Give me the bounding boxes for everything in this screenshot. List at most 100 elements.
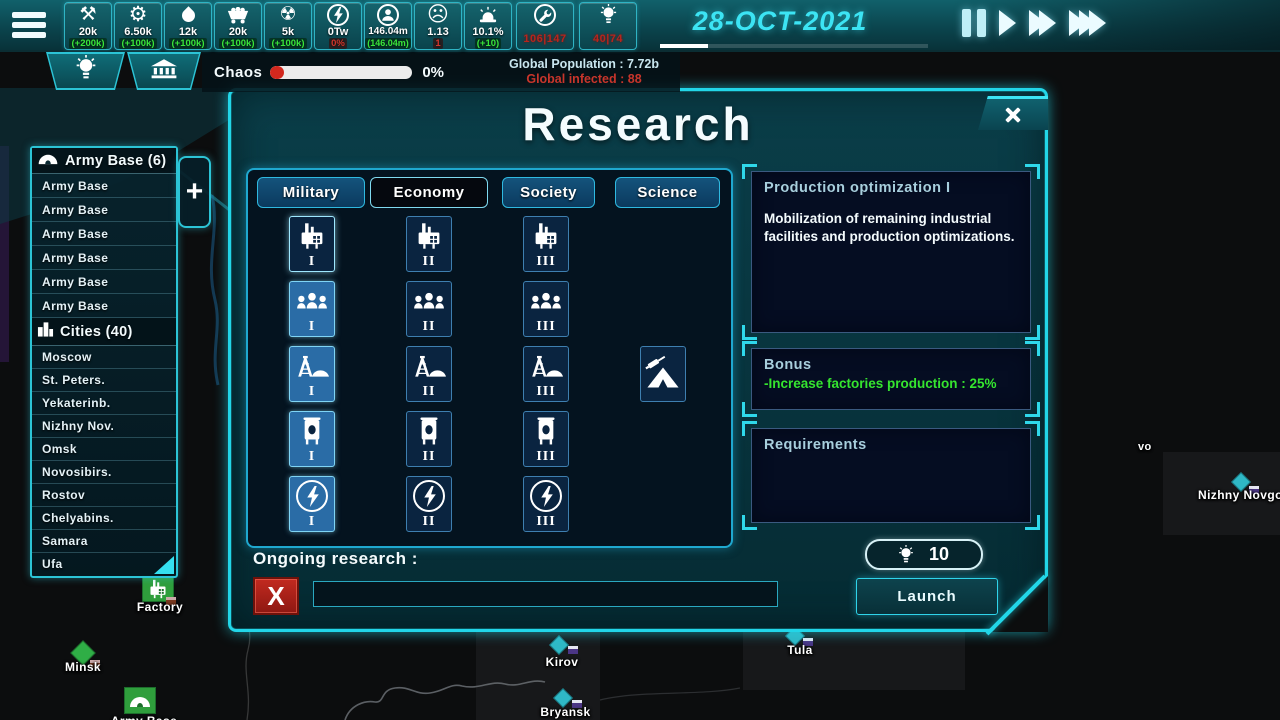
map-label-fragment: vo bbox=[1138, 441, 1152, 453]
cancel-research-button[interactable]: X bbox=[253, 577, 299, 615]
research-item-barrel-1[interactable]: I bbox=[289, 411, 335, 467]
research-menu-tab[interactable] bbox=[46, 52, 125, 90]
pause-button[interactable] bbox=[962, 9, 986, 37]
resource-delta: (+100k) bbox=[169, 38, 206, 49]
research-dialog: Research Military Economy Society Scienc… bbox=[228, 88, 1048, 632]
list-item-army-base[interactable]: Army Base bbox=[32, 174, 176, 198]
research-item-field-hospital[interactable] bbox=[640, 346, 686, 402]
research-item-workers-2[interactable]: II bbox=[406, 281, 452, 337]
research-item-workers-3[interactable]: III bbox=[523, 281, 569, 337]
resource-water[interactable]: 12k (+100k) bbox=[164, 2, 212, 50]
chaos-progress-bar bbox=[270, 66, 412, 79]
modal-corner-cut bbox=[992, 576, 1048, 632]
resource-delta: (+10) bbox=[475, 38, 501, 49]
bonus-box: Bonus -Increase factories production : 2… bbox=[751, 348, 1031, 410]
tier-label: III bbox=[536, 515, 555, 529]
counter-value: 40|74 bbox=[593, 33, 623, 45]
cities-buildings-icon bbox=[37, 321, 54, 342]
list-item-city[interactable]: Ufa bbox=[32, 553, 176, 576]
bank-icon bbox=[150, 58, 178, 85]
map-label-bryansk[interactable]: Bryansk bbox=[528, 705, 603, 719]
map-label-kirov[interactable]: Kirov bbox=[532, 655, 592, 669]
resource-population[interactable]: 146.04m (146.04m) bbox=[364, 2, 412, 50]
map-label-factory[interactable]: Factory bbox=[120, 600, 200, 614]
research-item-power-2[interactable]: II bbox=[406, 476, 452, 532]
resource-unhappiness[interactable]: ☹ 1.13 1 bbox=[414, 2, 462, 50]
menu-button[interactable] bbox=[12, 8, 48, 42]
resource-value: 10.1% bbox=[472, 26, 503, 38]
resource-alert[interactable]: 10.1% (+10) bbox=[464, 2, 512, 50]
research-cost-value: 10 bbox=[929, 544, 949, 565]
tier-label: I bbox=[309, 450, 315, 464]
cities-header[interactable]: Cities (40) bbox=[32, 318, 176, 346]
population-panel: Global Population : 7.72b Global infecte… bbox=[488, 52, 680, 92]
map-label-tula[interactable]: Tula bbox=[770, 643, 830, 657]
counter-research[interactable]: 40|74 bbox=[579, 2, 637, 50]
play-button[interactable] bbox=[999, 10, 1016, 36]
research-item-power-3[interactable]: III bbox=[523, 476, 569, 532]
tier-label: III bbox=[536, 320, 555, 334]
list-item-city[interactable]: Omsk bbox=[32, 438, 176, 461]
workers-icon bbox=[529, 282, 563, 320]
power-icon bbox=[296, 477, 328, 515]
person-icon bbox=[377, 4, 399, 26]
list-item-army-base[interactable]: Army Base bbox=[32, 222, 176, 246]
resource-value: 20k bbox=[79, 26, 97, 38]
research-item-factory-2[interactable]: II bbox=[406, 216, 452, 272]
map-label-minsk[interactable]: Minsk bbox=[48, 660, 118, 674]
chaos-value: 0% bbox=[422, 64, 444, 81]
resource-uranium[interactable]: ☢ 5k (+100k) bbox=[264, 2, 312, 50]
research-item-power-1[interactable]: I bbox=[289, 476, 335, 532]
mine-icon bbox=[294, 347, 330, 385]
research-item-mine-2[interactable]: II bbox=[406, 346, 452, 402]
fast-forward-button[interactable] bbox=[1029, 10, 1056, 36]
army-base-map-marker[interactable] bbox=[124, 687, 156, 714]
list-item-city[interactable]: Novosibirs. bbox=[32, 461, 176, 484]
tier-label: I bbox=[309, 255, 315, 269]
research-item-workers-1[interactable]: I bbox=[289, 281, 335, 337]
resource-power[interactable]: 0Tw 0% bbox=[314, 2, 362, 50]
close-button[interactable] bbox=[978, 96, 1048, 130]
research-item-factory-3[interactable]: III bbox=[523, 216, 569, 272]
list-item-city[interactable]: Chelyabins. bbox=[32, 507, 176, 530]
government-menu-tab[interactable] bbox=[127, 52, 201, 90]
add-button[interactable]: + bbox=[178, 156, 211, 228]
resource-delta: (146.04m) bbox=[365, 38, 411, 49]
resource-coal[interactable]: 20k (+100k) bbox=[214, 2, 262, 50]
list-item-army-base[interactable]: Army Base bbox=[32, 198, 176, 222]
map-label-nizhny[interactable]: Nizhny Novgorod bbox=[1198, 488, 1280, 502]
list-item-city[interactable]: Moscow bbox=[32, 346, 176, 369]
launch-button[interactable]: Launch bbox=[856, 578, 998, 615]
army-base-header[interactable]: Army Base (6) bbox=[32, 148, 176, 174]
list-item-city[interactable]: Samara bbox=[32, 530, 176, 553]
global-infected-text: Global infected : 88 bbox=[526, 72, 641, 87]
bulb-icon bbox=[600, 4, 617, 26]
list-item-city[interactable]: St. Peters. bbox=[32, 369, 176, 392]
research-item-barrel-3[interactable]: III bbox=[523, 411, 569, 467]
ongoing-research-label: Ongoing research : bbox=[253, 549, 418, 569]
list-item-city[interactable]: Nizhny Nov. bbox=[32, 415, 176, 438]
resource-production[interactable]: ⚙ 6.50k (+100k) bbox=[114, 2, 162, 50]
list-item-city[interactable]: Rostov bbox=[32, 484, 176, 507]
map-label-army-base[interactable]: Army Base bbox=[104, 714, 184, 720]
requirements-title: Requirements bbox=[764, 437, 1018, 453]
game-screen: Factory Minsk Army Base Kirov Tula Bryan… bbox=[0, 0, 1280, 720]
list-item-army-base[interactable]: Army Base bbox=[32, 294, 176, 318]
research-item-mine-3[interactable]: III bbox=[523, 346, 569, 402]
research-cost-badge: 10 bbox=[865, 539, 983, 570]
bases-cities-panel: Army Base (6) Army Base Army Base Army B… bbox=[30, 146, 178, 578]
research-item-mine-1[interactable]: I bbox=[289, 346, 335, 402]
resource-tools[interactable]: ⚒ 20k (+200k) bbox=[64, 2, 112, 50]
tier-label: III bbox=[536, 255, 555, 269]
research-item-barrel-2[interactable]: II bbox=[406, 411, 452, 467]
requirements-box: Requirements bbox=[751, 428, 1031, 523]
research-item-factory-1[interactable]: I bbox=[289, 216, 335, 272]
fastest-forward-button[interactable] bbox=[1069, 10, 1106, 36]
factory-icon bbox=[297, 217, 327, 255]
list-item-army-base[interactable]: Army Base bbox=[32, 270, 176, 294]
list-item-city[interactable]: Yekaterinb. bbox=[32, 392, 176, 415]
counter-repair[interactable]: 106|147 bbox=[516, 2, 574, 50]
field-hospital-icon bbox=[643, 347, 683, 399]
list-item-army-base[interactable]: Army Base bbox=[32, 246, 176, 270]
research-detail-title: Production optimization I bbox=[764, 180, 1018, 196]
